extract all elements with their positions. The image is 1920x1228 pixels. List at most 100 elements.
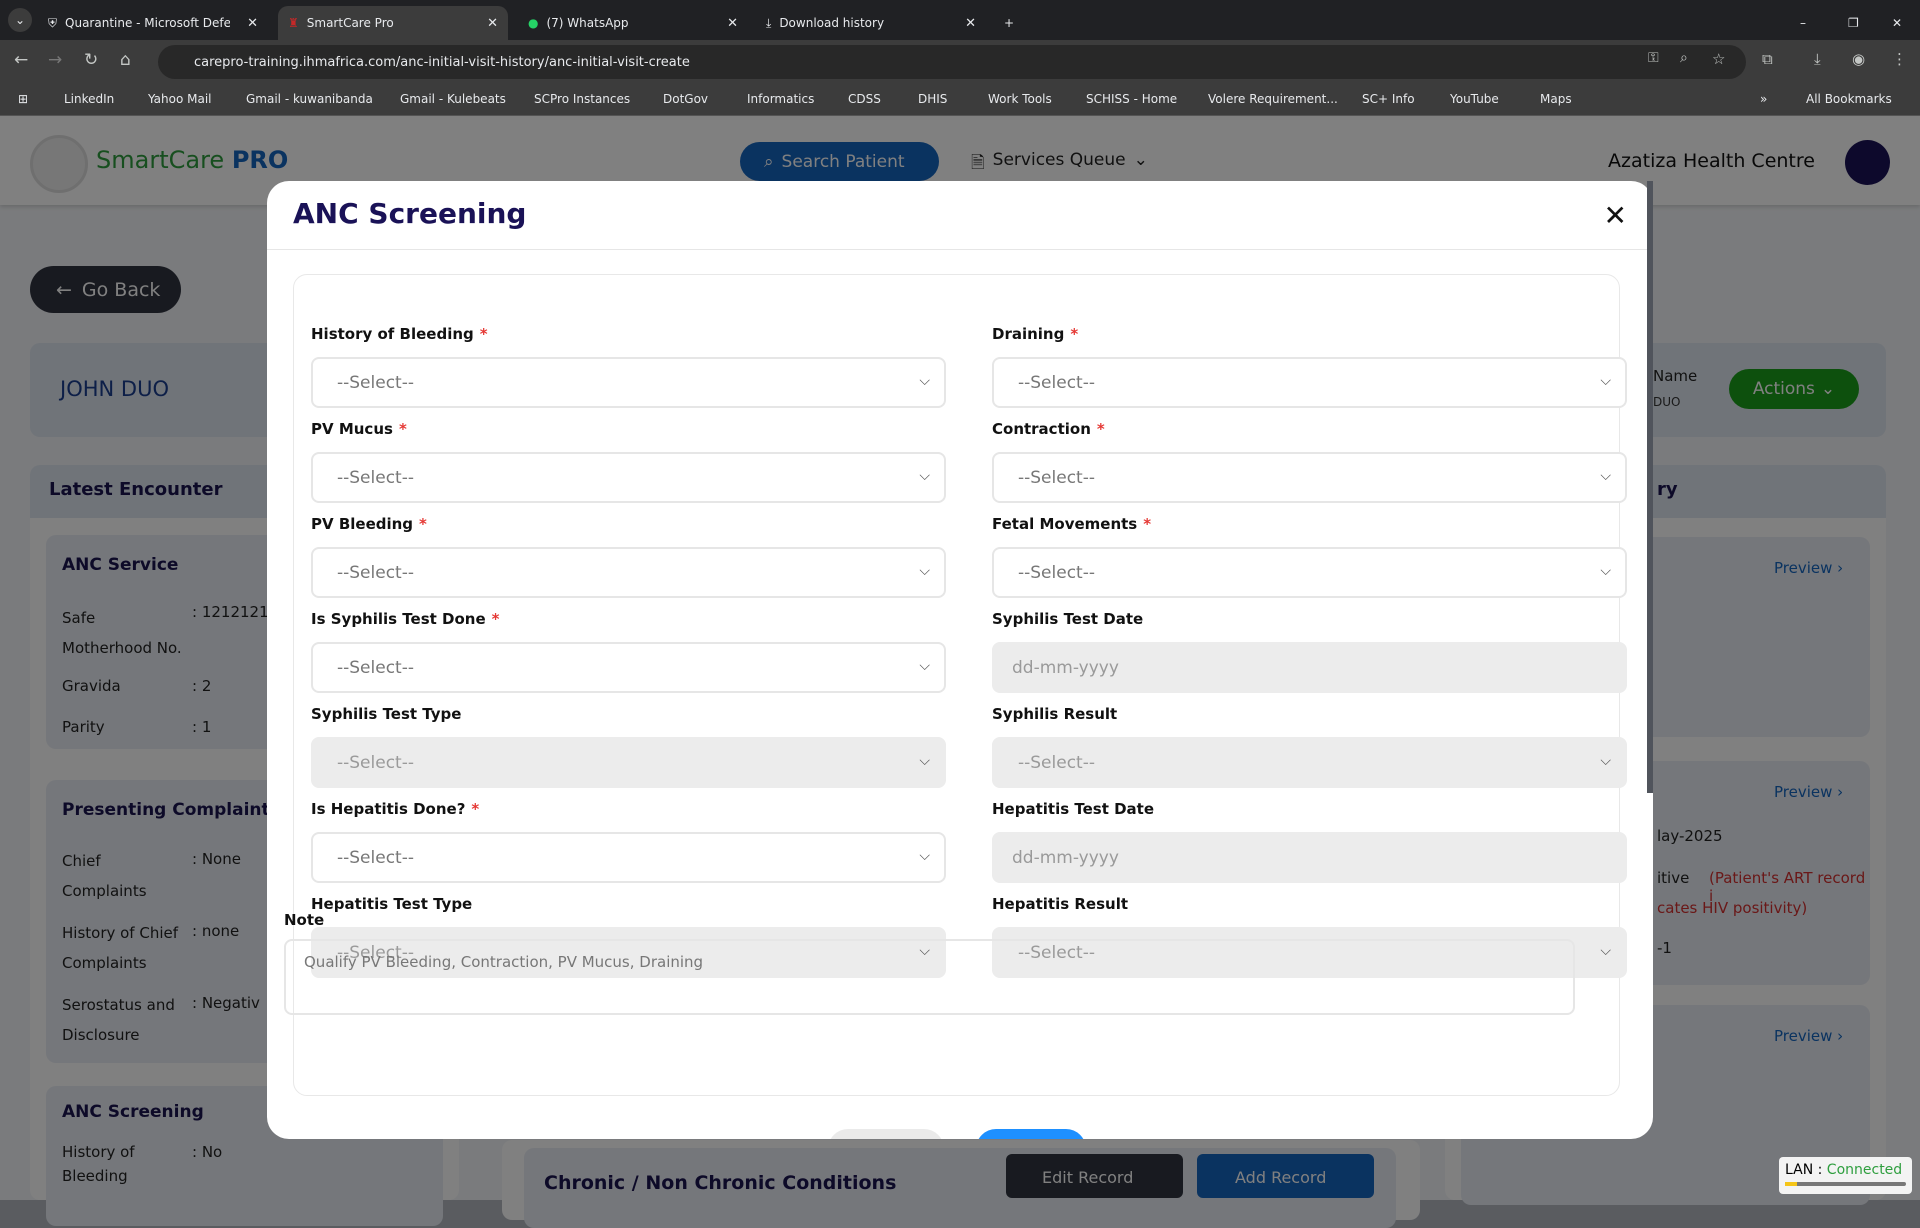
chevron-down-icon: ⌄ [1820, 379, 1836, 399]
field-value: --Select-- [1018, 467, 1095, 488]
save-button[interactable] [976, 1129, 1086, 1139]
name-value: DUO [1653, 395, 1681, 409]
logo-coat-of-arms [30, 135, 88, 193]
note-placeholder: Qualify PV Bleeding, Contraction, PV Muc… [304, 953, 704, 971]
value-text: -1 [1657, 939, 1672, 957]
heart-monitor-icon: 🗎 [971, 153, 985, 173]
syphilis-test-type-select: --Select-- ⌵ [311, 737, 946, 788]
anc-screening-title: ANC Screening [62, 1102, 204, 1122]
note-label: Note [284, 911, 325, 929]
preview-link[interactable]: Preview › [1774, 783, 1843, 801]
row-label: Serostatus and Disclosure [62, 996, 175, 1044]
syphilis-result-field: Syphilis Result --Select-- ⌵ [992, 705, 1627, 788]
arrow-left-icon: ← [56, 278, 72, 301]
field-label: Syphilis Test Date [992, 610, 1144, 628]
lan-status-badge: LAN : Connected [1779, 1157, 1912, 1194]
chevron-down-icon: ⌵ [1600, 373, 1611, 389]
syphilis-result-select: --Select-- ⌵ [992, 737, 1627, 788]
field-label: Is Syphilis Test Done * [311, 610, 500, 628]
draining-select[interactable]: --Select-- ⌵ [992, 357, 1627, 408]
is-hepatitis-done-field: Is Hepatitis Done? * --Select-- ⌵ [311, 800, 946, 883]
app-logo[interactable]: SmartCare PRO [96, 146, 288, 174]
services-label: Services Queue [992, 150, 1126, 170]
history-of-bleeding-field: History of Bleeding * --Select-- ⌵ [311, 325, 946, 408]
syphilis-test-date-date-input: dd-mm-yyyy [992, 642, 1627, 693]
right-panel-title: ry [1657, 479, 1678, 500]
edit-record-button[interactable]: Edit Record [1006, 1154, 1183, 1198]
chevron-down-icon: ⌵ [1600, 563, 1611, 579]
preview-link[interactable]: Preview › [1774, 559, 1843, 577]
pv-mucus-select[interactable]: --Select-- ⌵ [311, 452, 946, 503]
row-label: Parity [62, 718, 105, 736]
chevron-down-icon: ⌵ [919, 658, 930, 674]
pv-bleeding-select[interactable]: --Select-- ⌵ [311, 547, 946, 598]
draining-field: Draining * --Select-- ⌵ [992, 325, 1627, 408]
anc-screening-modal: ANC Screening ✕ History of Bleeding * --Se… [267, 181, 1653, 1139]
logo-text: SmartCare [96, 146, 225, 174]
fetal-movements-select[interactable]: --Select-- ⌵ [992, 547, 1627, 598]
fetal-movements-field: Fetal Movements * --Select-- ⌵ [992, 515, 1627, 598]
row-value: : None [192, 850, 241, 868]
field-value: --Select-- [1018, 372, 1095, 393]
chevron-down-icon: ⌵ [919, 468, 930, 484]
facility-name: Azatiza Health Centre [1608, 150, 1815, 172]
patient-name: JOHN DUO [60, 377, 169, 401]
close-icon[interactable]: ✕ [1604, 199, 1627, 232]
actions-label: Actions [1752, 379, 1815, 399]
go-back-button[interactable]: ← Go Back [30, 266, 181, 313]
chronic-title: Chronic / Non Chronic Conditions [544, 1172, 897, 1194]
field-value: --Select-- [337, 562, 414, 583]
search-label: Search Patient [781, 151, 905, 172]
complaints-title: Presenting Complaints [62, 800, 280, 820]
modal-scrollbar[interactable] [1647, 181, 1653, 793]
syphilis-test-type-field: Syphilis Test Type --Select-- ⌵ [311, 705, 946, 788]
name-label: Name [1653, 367, 1698, 385]
required-asterisk: * [419, 515, 427, 533]
contraction-field: Contraction * --Select-- ⌵ [992, 420, 1627, 503]
services-queue-dropdown[interactable]: 🗎 Services Queue ⌄ [971, 150, 1148, 179]
row-value: : 1 [192, 718, 212, 736]
row-label: History of Bleeding [62, 1143, 135, 1185]
contraction-select[interactable]: --Select-- ⌵ [992, 452, 1627, 503]
add-record-button[interactable]: Add Record [1197, 1154, 1374, 1198]
field-label: Syphilis Result [992, 705, 1118, 723]
hepatitis-test-date-field: Hepatitis Test Date dd-mm-yyyy [992, 800, 1627, 883]
anc-service-title: ANC Service [62, 555, 179, 575]
logo-text-pro: PRO [231, 146, 289, 174]
divider [267, 249, 1653, 250]
required-asterisk: * [398, 420, 407, 438]
actions-button[interactable]: Actions ⌄ [1729, 369, 1859, 409]
row-value: : Negativ [192, 994, 260, 1012]
field-value: --Select-- [337, 847, 414, 868]
warning-text: cates HIV positivity) [1657, 899, 1808, 917]
field-label: Hepatitis Test Date [992, 800, 1155, 818]
lan-status: Connected [1826, 1162, 1903, 1178]
field-value: --Select-- [337, 372, 414, 393]
search-patient-button[interactable]: ⌕ Search Patient [740, 142, 939, 181]
note-textarea[interactable]: Qualify PV Bleeding, Contraction, PV Muc… [284, 939, 1575, 1015]
field-label: Draining * [992, 325, 1079, 343]
pv-mucus-field: PV Mucus * --Select-- ⌵ [311, 420, 946, 503]
is-syphilis-test-done-field: Is Syphilis Test Done * --Select-- ⌵ [311, 610, 946, 693]
field-value: --Select-- [1018, 562, 1095, 583]
search-icon: ⌕ [764, 151, 774, 172]
required-asterisk: * [471, 800, 480, 818]
chevron-down-icon: ⌵ [919, 848, 930, 864]
row-label: Chief Complaints [62, 852, 147, 900]
cancel-button[interactable] [828, 1129, 944, 1139]
avatar[interactable] [1845, 140, 1890, 185]
history-of-bleeding-select[interactable]: --Select-- ⌵ [311, 357, 946, 408]
field-label: Contraction * [992, 420, 1105, 438]
hepatitis-test-date-date-input: dd-mm-yyyy [992, 832, 1627, 883]
preview-link[interactable]: Preview › [1774, 1027, 1843, 1045]
middle-panel: Chronic / Non Chronic Conditions Edit Re… [502, 1140, 1420, 1228]
row-value: : No [192, 1143, 223, 1161]
chevron-down-icon: ⌵ [1600, 943, 1611, 959]
note-field: Note Qualify PV Bleeding, Contraction, P… [284, 911, 1575, 1015]
add-record-label: Add Record [1235, 1168, 1327, 1187]
chevron-down-icon: ⌄ [1133, 150, 1148, 170]
go-back-label: Go Back [81, 278, 161, 301]
field-value: --Select-- [337, 467, 414, 488]
is-syphilis-test-done-select[interactable]: --Select-- ⌵ [311, 642, 946, 693]
is-hepatitis-done-select[interactable]: --Select-- ⌵ [311, 832, 946, 883]
